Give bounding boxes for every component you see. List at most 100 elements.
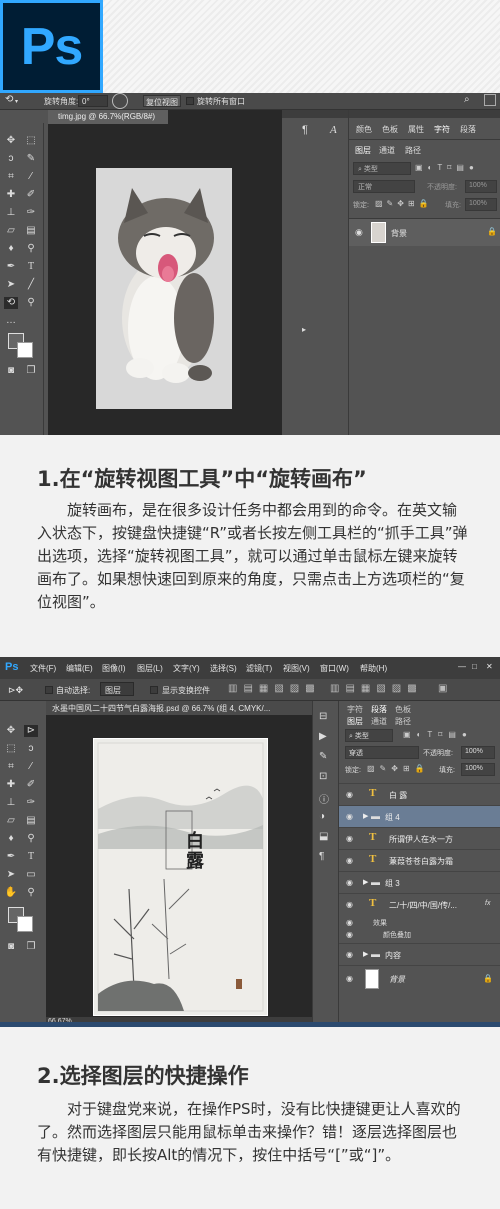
lock-icons[interactable]: ▨✎✥⊞🔒 — [367, 764, 430, 773]
layer-row[interactable]: ◉ ▶ ▬ 内容 — [339, 943, 500, 965]
path-select-tool-icon[interactable]: ➤ — [4, 869, 18, 881]
tab-layers[interactable]: 图层 — [347, 716, 363, 727]
stamp-tool-icon[interactable]: ⊥ — [4, 797, 18, 809]
rotate-angle-input[interactable]: 0° — [78, 95, 108, 107]
reset-view-button[interactable]: 复位视图 — [143, 95, 181, 107]
pen-tool-icon[interactable]: ✒ — [4, 851, 18, 863]
visibility-eye-icon[interactable]: ◉ — [346, 878, 356, 887]
blend-mode-select[interactable]: 穿透 — [345, 746, 419, 759]
styles-icon[interactable]: ⬓ — [319, 831, 328, 842]
glyph-panel-icon[interactable]: A — [330, 124, 337, 136]
background-color-swatch[interactable] — [17, 916, 33, 932]
menu-file[interactable]: 文件(F) — [30, 663, 56, 674]
layer-row[interactable]: ◉ T 二/十/四/中/国/传/... fx — [339, 893, 500, 917]
stamp-tool-icon[interactable]: ⊥ — [4, 207, 18, 219]
search-icon[interactable]: ⌕ — [464, 94, 470, 105]
visibility-eye-icon[interactable]: ◉ — [346, 974, 356, 983]
layer-row[interactable]: ◉ T 蒹葭苍苍白露为霜 — [339, 849, 500, 871]
document-tab[interactable]: timg.jpg @ 66.7%(RGB/8#) — [48, 110, 168, 124]
adjustments-icon[interactable]: ◑ — [319, 811, 325, 822]
hand-tool-icon[interactable]: ✋ — [4, 887, 18, 899]
type-tool-icon[interactable]: T — [24, 261, 38, 273]
visibility-eye-icon[interactable]: ◉ — [355, 227, 363, 238]
history-brush-icon[interactable]: ✑ — [24, 797, 38, 809]
line-tool-icon[interactable]: ╱ — [24, 279, 38, 291]
effect-item-row[interactable]: ◉ 颜色叠加 — [339, 929, 500, 941]
layer-filter-select[interactable]: ⌕ 类型 — [353, 162, 411, 175]
dodge-tool-icon[interactable]: ⚲ — [24, 833, 38, 845]
move-tool-icon[interactable]: ✥ — [4, 725, 18, 737]
tab-color[interactable]: 颜色 — [356, 124, 372, 135]
layer-row[interactable]: ◉ ▶ ▬ 组 3 — [339, 871, 500, 893]
blend-mode-select[interactable]: 正常 — [353, 180, 415, 193]
workspace-icon[interactable] — [484, 94, 496, 106]
visibility-eye-icon[interactable]: ◉ — [346, 900, 356, 909]
dodge-tool-icon[interactable]: ⚲ — [24, 243, 38, 255]
effects-row[interactable]: ◉ 效果 — [339, 917, 500, 929]
opacity-input[interactable]: 100% — [461, 746, 495, 759]
align-icons[interactable]: ▥▤▦▧▨▩ — [228, 683, 321, 694]
tab-character[interactable]: 字符 — [347, 704, 363, 715]
distribute-icons[interactable]: ▥▤▦▧▨▩ — [330, 683, 423, 694]
marquee-tool-icon[interactable]: ⬚ — [24, 135, 38, 147]
fill-input[interactable]: 100% — [465, 198, 497, 211]
history-brush-icon[interactable]: ✑ — [24, 207, 38, 219]
rotate-all-checkbox[interactable] — [186, 97, 194, 105]
tab-swatches[interactable]: 色板 — [382, 124, 398, 135]
pen-tool-icon[interactable]: ✒ — [4, 261, 18, 273]
info-icon[interactable]: ⓘ — [319, 791, 329, 806]
layer-row-selected[interactable]: ◉ ▶ ▬ 组 4 — [339, 805, 500, 827]
eyedropper-tool-icon[interactable]: ⁄ — [24, 171, 38, 183]
brush-settings-icon[interactable]: ✎ — [319, 751, 327, 762]
character-panel-icon[interactable]: ¶ — [302, 124, 308, 136]
menu-select[interactable]: 选择(S) — [210, 663, 237, 674]
lock-icons[interactable]: ▨✎✥⊞🔒 — [375, 199, 433, 208]
visibility-eye-icon[interactable]: ◉ — [346, 918, 353, 927]
rotate-view-tool-icon-active[interactable]: ⟲ — [4, 297, 18, 309]
layer-row[interactable]: ◉ T 所谓伊人在水一方 — [339, 827, 500, 849]
menu-help[interactable]: 帮助(H) — [360, 663, 387, 674]
more-tools-icon[interactable]: … — [4, 315, 18, 327]
eraser-tool-icon[interactable]: ▱ — [4, 815, 18, 827]
tab-channels[interactable]: 通道 — [379, 145, 395, 156]
menu-type[interactable]: 文字(Y) — [173, 663, 200, 674]
tab-paragraph[interactable]: 段落 — [460, 124, 476, 135]
fill-input[interactable]: 100% — [461, 763, 495, 776]
visibility-eye-icon[interactable]: ◉ — [346, 856, 356, 865]
eraser-tool-icon[interactable]: ▱ — [4, 225, 18, 237]
layer-row[interactable]: ◉ T 白 露 — [339, 783, 500, 805]
screen-mode-icon[interactable]: ❐ — [24, 941, 38, 953]
tab-character[interactable]: 字符 — [434, 124, 450, 135]
healing-tool-icon[interactable]: ✚ — [4, 189, 18, 201]
healing-tool-icon[interactable]: ✚ — [4, 779, 18, 791]
auto-align-icon[interactable]: ▣ — [438, 683, 447, 694]
gradient-tool-icon[interactable]: ▤ — [24, 815, 38, 827]
quick-mask-icon[interactable]: ◙ — [4, 365, 18, 377]
tab-paths[interactable]: 路径 — [395, 716, 411, 727]
menu-view[interactable]: 视图(V) — [283, 663, 310, 674]
visibility-eye-icon[interactable]: ◉ — [346, 950, 356, 959]
fx-icon[interactable]: fx — [485, 900, 490, 907]
expand-arrow-icon[interactable]: ▶ — [363, 878, 368, 886]
rotate-view-tool-icon[interactable]: ⟲ — [5, 94, 13, 105]
tab-properties[interactable]: 属性 — [408, 124, 424, 135]
tab-paths[interactable]: 路径 — [405, 145, 421, 156]
visibility-eye-icon[interactable]: ◉ — [346, 790, 356, 799]
menu-filter[interactable]: 滤镜(T) — [246, 663, 272, 674]
type-tool-icon[interactable]: T — [24, 851, 38, 863]
tab-layers[interactable]: 图层 — [355, 145, 371, 156]
menu-layer[interactable]: 图层(L) — [137, 663, 163, 674]
move-tool-icon-active[interactable]: ⊳ — [24, 725, 38, 737]
shape-tool-icon[interactable]: ▭ — [24, 869, 38, 881]
blur-tool-icon[interactable]: ♦ — [4, 243, 18, 255]
expand-arrow-icon[interactable]: ▶ — [363, 812, 368, 820]
chevron-down-icon[interactable]: ▾ — [15, 98, 18, 105]
background-color-swatch[interactable] — [17, 342, 33, 358]
auto-select-checkbox[interactable] — [45, 686, 53, 694]
screen-mode-icon[interactable]: ❐ — [24, 365, 38, 377]
zoom-tool-icon[interactable]: ⚲ — [24, 887, 38, 899]
lasso-tool-icon[interactable]: ↄ — [4, 153, 18, 165]
tab-channels[interactable]: 通道 — [371, 716, 387, 727]
crop-tool-icon[interactable]: ⌗ — [4, 761, 18, 773]
lasso-tool-icon[interactable]: ↄ — [24, 743, 38, 755]
